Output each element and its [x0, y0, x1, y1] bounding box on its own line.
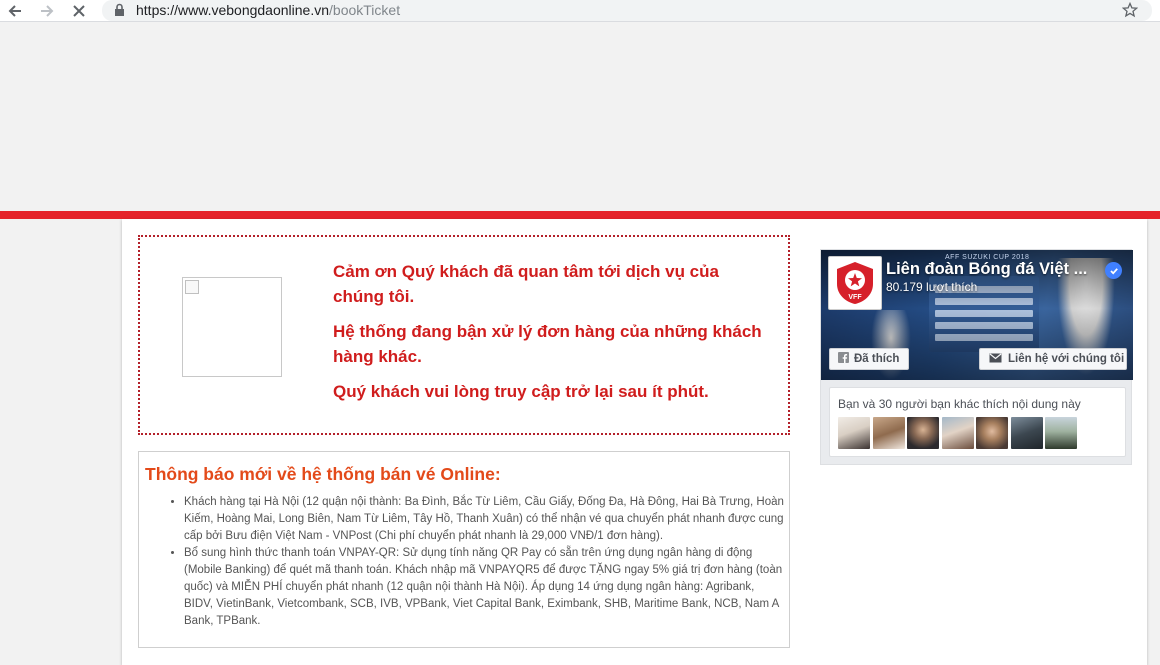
friend-avatar[interactable] [976, 417, 1008, 449]
announcement-item: Bổ sung hình thức thanh toán VNPAY-QR: S… [184, 545, 784, 630]
back-arrow-icon[interactable] [6, 2, 24, 20]
envelope-icon [989, 353, 1002, 366]
stop-loading-icon[interactable] [70, 2, 88, 20]
broken-image-placeholder [182, 277, 282, 377]
notice-line: Quý khách vui lòng truy cập trở lại sau … [333, 382, 709, 401]
fb-liked-button[interactable]: Đã thích [829, 348, 909, 370]
announcement-item: Khách hàng tại Hà Nội (12 quận nội thành… [184, 494, 784, 545]
fb-friends-text: Bạn và 30 người bạn khác thích nội dung … [838, 397, 1081, 411]
main-content: Cảm ơn Quý khách đã quan tâm tới dịch vụ… [122, 219, 1147, 665]
friend-avatar[interactable] [872, 417, 905, 449]
friend-avatar[interactable] [838, 417, 870, 449]
fb-like-count: 80.179 lượt thích [886, 280, 978, 294]
friend-avatar[interactable] [1045, 417, 1077, 449]
notice-line: Hệ thống đang bận xử lý đơn hàng của nhữ… [333, 322, 762, 366]
url-host: https://www.vebongdaonline.vn [136, 2, 330, 18]
forward-arrow-icon[interactable] [38, 2, 56, 20]
vff-logo[interactable]: VFF [828, 256, 882, 310]
notice-line: Cảm ơn Quý khách đã quan tâm tới dịch vụ… [333, 262, 719, 306]
fb-cover-photo[interactable]: AFF SUZUKI CUP 2018 VFF Liên đoàn Bóng đ… [821, 250, 1133, 380]
url-text: https://www.vebongdaonline.vn/bookTicket [136, 2, 400, 19]
fb-page-name[interactable]: Liên đoàn Bóng đá Việt ... [886, 260, 1087, 279]
address-bar[interactable]: https://www.vebongdaonline.vn/bookTicket [102, 0, 1152, 21]
fb-friend-avatars [838, 417, 1080, 449]
fb-contact-button[interactable]: Liên hệ với chúng tôi [979, 348, 1127, 370]
verified-badge-icon [1105, 262, 1122, 279]
header-divider [0, 211, 1160, 219]
busy-notice-box: Cảm ơn Quý khách đã quan tâm tới dịch vụ… [138, 235, 790, 435]
fb-friends-box: Bạn và 30 người bạn khác thích nội dung … [829, 387, 1126, 457]
bookmark-star-icon[interactable] [1121, 1, 1139, 23]
fb-liked-label: Đã thích [854, 353, 900, 365]
facebook-f-icon [838, 352, 849, 366]
browser-toolbar: https://www.vebongdaonline.vn/bookTicket [0, 0, 1160, 22]
friend-avatar[interactable] [907, 417, 939, 449]
friend-avatar[interactable] [1010, 417, 1043, 449]
facebook-page-widget: AFF SUZUKI CUP 2018 VFF Liên đoàn Bóng đ… [820, 249, 1133, 465]
notice-text: Cảm ơn Quý khách đã quan tâm tới dịch vụ… [333, 259, 773, 414]
announcement-title: Thông báo mới về hệ thống bán vé Online: [145, 464, 501, 484]
page-body: Cảm ơn Quý khách đã quan tâm tới dịch vụ… [0, 22, 1160, 665]
announcement-list: Khách hàng tại Hà Nội (12 quận nội thành… [184, 494, 784, 630]
broken-image-icon [185, 280, 199, 294]
url-path: /bookTicket [329, 2, 401, 18]
announcement-box: Thông báo mới về hệ thống bán vé Online:… [138, 451, 790, 648]
lock-icon [114, 3, 125, 22]
vff-logo-text: VFF [848, 294, 862, 301]
fb-contact-label: Liên hệ với chúng tôi [1008, 353, 1125, 365]
friend-avatar[interactable] [941, 417, 974, 449]
